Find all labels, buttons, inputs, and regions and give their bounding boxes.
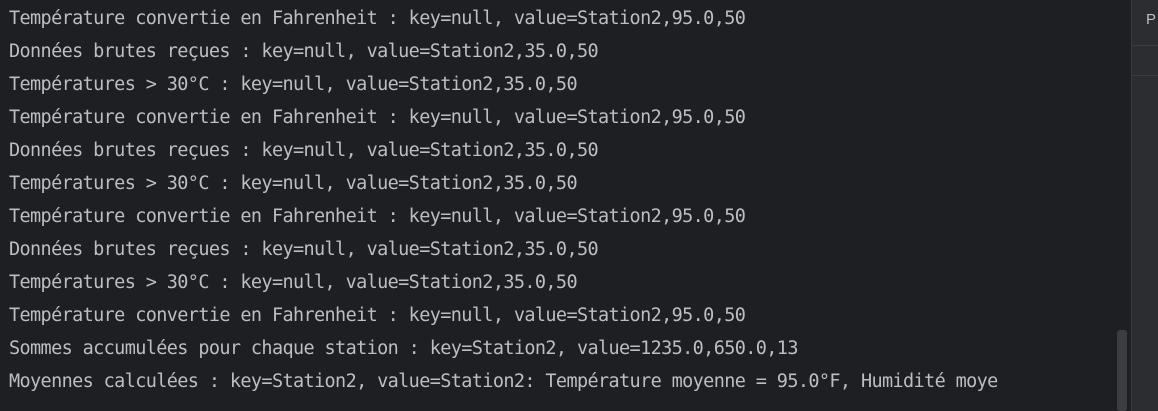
- console-line: Températures > 30°C : key=null, value=St…: [9, 272, 578, 293]
- run-console-output[interactable]: Température convertie en Fahrenheit : ke…: [0, 0, 1130, 411]
- console-line: Moyennes calculées : key=Station2, value…: [9, 371, 998, 392]
- console-line: Température convertie en Fahrenheit : ke…: [9, 8, 746, 29]
- side-panel-header[interactable]: P: [1132, 0, 1158, 46]
- side-panel-title: P: [1146, 11, 1157, 28]
- console-line: Données brutes reçues : key=null, value=…: [9, 239, 599, 260]
- console-lines: Température convertie en Fahrenheit : ke…: [9, 2, 998, 398]
- console-line: Températures > 30°C : key=null, value=St…: [9, 74, 578, 95]
- console-line: Température convertie en Fahrenheit : ke…: [9, 107, 746, 128]
- console-line: Températures > 30°C : key=null, value=St…: [9, 173, 578, 194]
- ide-window: Température convertie en Fahrenheit : ke…: [0, 0, 1158, 411]
- console-line: Sommes accumulées pour chaque station : …: [9, 338, 798, 359]
- console-vertical-scrollbar[interactable]: [1114, 0, 1130, 411]
- console-line: Données brutes reçues : key=null, value=…: [9, 140, 599, 161]
- console-line: Température convertie en Fahrenheit : ke…: [9, 206, 746, 227]
- console-line: Données brutes reçues : key=null, value=…: [9, 41, 599, 62]
- scrollbar-thumb[interactable]: [1117, 330, 1127, 411]
- console-line: Température convertie en Fahrenheit : ke…: [9, 305, 746, 326]
- side-panel-toolbar: [1132, 46, 1158, 76]
- side-tool-panel[interactable]: P: [1131, 0, 1158, 411]
